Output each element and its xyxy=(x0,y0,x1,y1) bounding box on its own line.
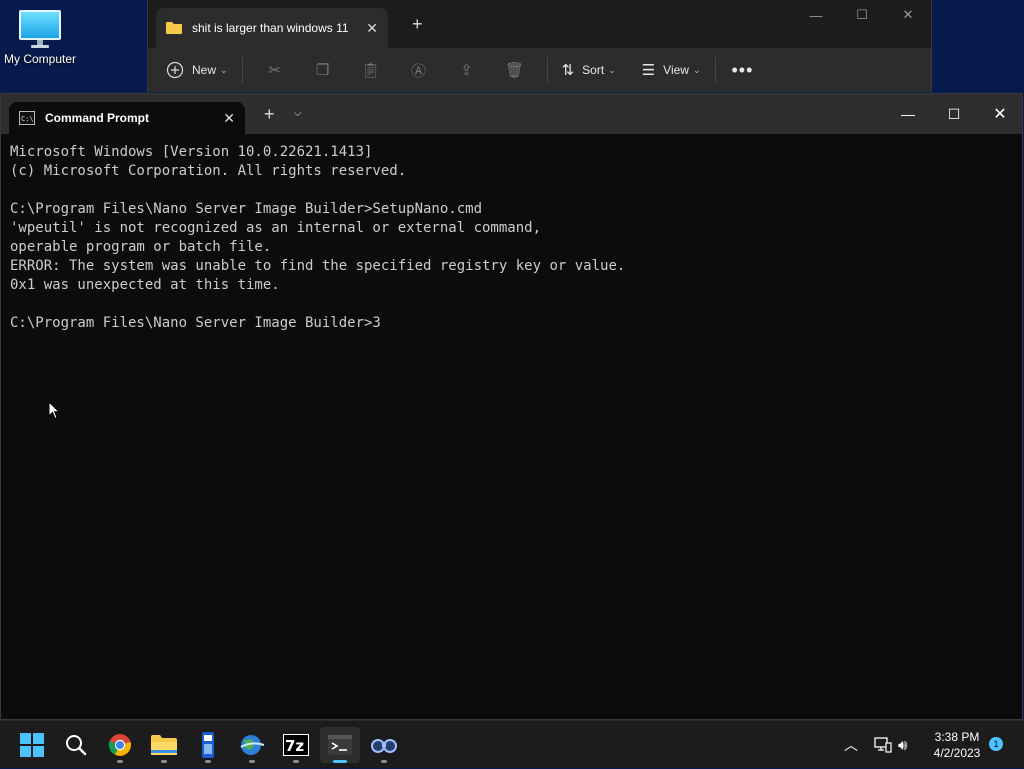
running-indicator xyxy=(117,760,123,763)
share-icon[interactable]: ⇪ xyxy=(443,61,491,79)
usb-tool-icon xyxy=(202,732,214,758)
console-line: ERROR: The system was unable to find the… xyxy=(10,258,626,274)
new-label: New xyxy=(192,63,217,77)
desktop-icon-my-computer[interactable]: My Computer xyxy=(2,8,78,66)
new-tab-icon[interactable]: + xyxy=(264,104,275,125)
running-indicator xyxy=(293,760,299,763)
clock-date: 4/2/2023 xyxy=(933,746,981,760)
file-explorer-button[interactable] xyxy=(144,727,184,763)
7zip-button[interactable]: 7z xyxy=(276,727,316,763)
console-line: C:\Program Files\Nano Server Image Build… xyxy=(10,315,381,331)
desktop-icon-label: My Computer xyxy=(3,52,77,66)
chrome-icon xyxy=(108,734,131,756)
view-label: View xyxy=(663,63,689,77)
clock[interactable]: 3:38 PM 4/2/2023 xyxy=(924,729,990,761)
minimize-icon[interactable]: — xyxy=(795,0,837,30)
running-indicator xyxy=(161,760,167,763)
new-button[interactable]: New ⌄ xyxy=(166,61,228,79)
explorer-tabbar: shit is larger than windows 11 ✕ + — ☐ ✕ xyxy=(148,0,931,48)
explorer-toolbar: New ⌄ ✂ ❐ 📋︎ Ⓐ ⇪ 🗑︎ ⇅ Sort ⌄ ☰ View ⌄ ••… xyxy=(148,48,931,92)
usb-tool-button[interactable] xyxy=(188,727,228,763)
volume-icon[interactable]: 🔊︎ xyxy=(898,721,907,769)
new-tab-icon[interactable]: + xyxy=(412,14,423,35)
explorer-tab-title: shit is larger than windows 11 xyxy=(192,21,349,35)
console-line: 0x1 was unexpected at this time. xyxy=(10,277,280,293)
running-indicator xyxy=(249,760,255,763)
delete-icon[interactable]: 🗑︎ xyxy=(491,61,539,79)
plus-circle-icon xyxy=(166,61,184,79)
cmd-icon: C:\ xyxy=(19,111,35,125)
start-icon xyxy=(20,733,44,757)
chevron-down-icon: ⌄ xyxy=(220,64,228,75)
network-icon[interactable] xyxy=(874,721,892,769)
globe-app-button[interactable] xyxy=(232,727,272,763)
console-line: (c) Microsoft Corporation. All rights re… xyxy=(10,163,407,179)
console-line: 'wpeutil' is not recognized as an intern… xyxy=(10,220,542,236)
terminal-tabstrip: C:\ Command Prompt ✕ + ⌵ — ☐ ✕ xyxy=(1,94,1022,134)
sort-button[interactable]: ⇅ Sort ⌄ xyxy=(562,61,616,79)
running-indicator xyxy=(205,760,211,763)
more-options-icon[interactable]: ••• xyxy=(732,60,754,81)
chevron-down-icon: ⌄ xyxy=(608,64,616,75)
monitor-icon xyxy=(19,10,61,48)
minimize-icon[interactable]: — xyxy=(885,94,931,134)
7zip-icon: 7z xyxy=(283,734,309,756)
divider xyxy=(714,57,716,83)
taskbar: 7z ︿ 🔊︎ 3:38 PM 4/2/2023 xyxy=(0,720,1024,768)
notification-badge[interactable]: 1 xyxy=(989,737,1003,751)
folder-icon xyxy=(166,22,182,34)
view-button[interactable]: ☰ View ⌄ xyxy=(642,61,701,79)
terminal-icon xyxy=(328,735,352,755)
divider xyxy=(546,57,548,83)
rename-icon[interactable]: Ⓐ xyxy=(395,60,443,81)
search-icon xyxy=(66,735,87,756)
globe-app-icon xyxy=(240,735,265,755)
close-icon[interactable]: ✕ xyxy=(977,94,1023,134)
terminal-button[interactable] xyxy=(320,727,360,763)
close-tab-icon[interactable]: ✕ xyxy=(366,20,378,37)
sort-icon: ⇅ xyxy=(561,62,575,79)
view-icon: ☰ xyxy=(641,62,656,79)
console-output[interactable]: Microsoft Windows [Version 10.0.22621.14… xyxy=(1,134,1022,333)
active-indicator xyxy=(333,760,347,763)
chevron-down-icon[interactable]: ⌵ xyxy=(294,108,302,119)
terminal-tab[interactable]: C:\ Command Prompt ✕ xyxy=(9,102,245,134)
sort-label: Sort xyxy=(582,63,605,77)
start-button[interactable] xyxy=(12,727,52,763)
chrome-button[interactable] xyxy=(100,727,140,763)
show-hidden-icons-chevron-up-icon[interactable]: ︿ xyxy=(844,721,858,769)
console-line: operable program or batch file. xyxy=(10,239,272,255)
file-explorer-icon xyxy=(151,735,177,755)
console-line: C:\Program Files\Nano Server Image Build… xyxy=(10,201,483,217)
file-explorer-window: shit is larger than windows 11 ✕ + — ☐ ✕… xyxy=(147,0,932,92)
explorer-tab[interactable]: shit is larger than windows 11 ✕ xyxy=(156,8,388,48)
svg-text:7z: 7z xyxy=(285,737,304,755)
divider xyxy=(241,57,243,83)
console-line: Microsoft Windows [Version 10.0.22621.14… xyxy=(10,144,373,160)
svg-text:C:\: C:\ xyxy=(21,115,34,123)
terminal-window: C:\ Command Prompt ✕ + ⌵ — ☐ ✕ Microsoft… xyxy=(0,93,1023,720)
close-icon[interactable]: ✕ xyxy=(887,0,929,30)
maximize-icon[interactable]: ☐ xyxy=(931,94,977,134)
paste-icon[interactable]: 📋︎ xyxy=(347,61,395,79)
close-tab-icon[interactable]: ✕ xyxy=(223,110,235,127)
search-button[interactable] xyxy=(56,727,96,763)
terminal-tab-title: Command Prompt xyxy=(45,111,150,125)
copy-icon[interactable]: ❐ xyxy=(299,61,347,79)
clock-time: 3:38 PM xyxy=(934,730,980,744)
binoculars-button[interactable] xyxy=(364,727,404,763)
maximize-icon[interactable]: ☐ xyxy=(841,0,883,30)
chevron-down-icon: ⌄ xyxy=(692,64,701,75)
running-indicator xyxy=(381,760,387,763)
mouse-cursor-icon xyxy=(48,401,60,420)
binoculars-icon xyxy=(371,739,397,753)
cut-icon[interactable]: ✂ xyxy=(251,61,299,79)
